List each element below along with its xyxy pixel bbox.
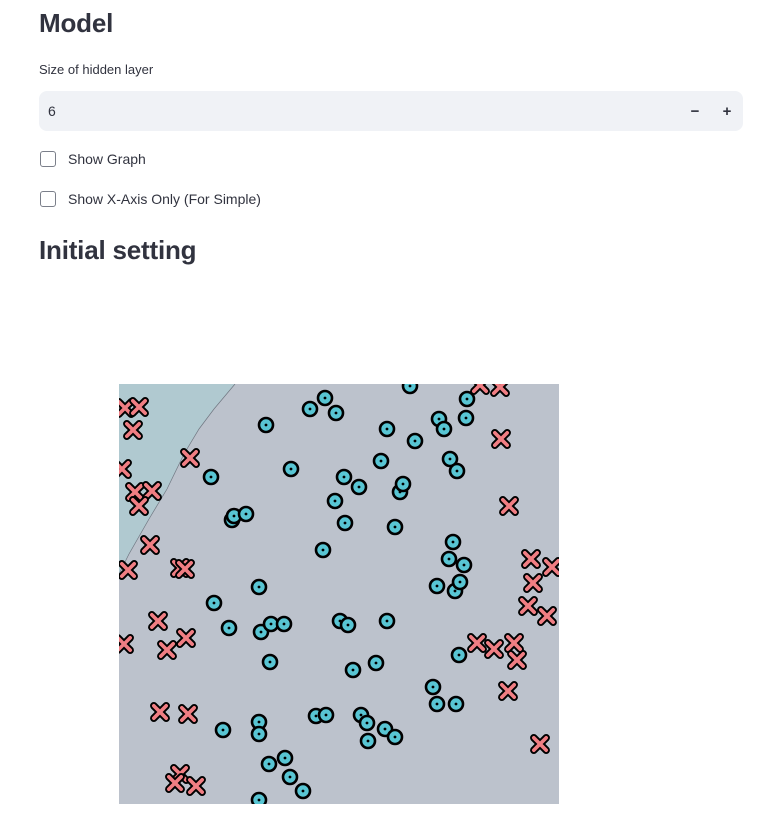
cross-point: [129, 397, 149, 417]
cross-point: [119, 634, 134, 654]
cross-point: [530, 734, 550, 754]
circle-point: [220, 619, 238, 637]
circle-point: [281, 768, 299, 786]
decrement-button[interactable]: −: [679, 91, 711, 131]
hidden-layer-value-input[interactable]: [39, 102, 679, 120]
circle-point: [444, 533, 462, 551]
cross-point: [119, 560, 138, 580]
cross-point: [507, 650, 527, 670]
circle-point: [339, 616, 357, 634]
circle-point: [406, 432, 424, 450]
cross-point: [157, 640, 177, 660]
circle-point: [316, 389, 334, 407]
circle-point: [250, 791, 268, 804]
circle-point: [237, 505, 255, 523]
circle-point: [367, 654, 385, 672]
decision-boundary-plot: [119, 384, 559, 804]
cross-point: [499, 496, 519, 516]
circle-point: [261, 653, 279, 671]
show-graph-checkbox-row[interactable]: Show Graph: [40, 151, 146, 167]
circle-point: [428, 577, 446, 595]
circle-point: [344, 661, 362, 679]
circle-point: [314, 541, 332, 559]
circle-point: [359, 732, 377, 750]
circle-point: [294, 782, 312, 800]
cross-point: [140, 535, 160, 555]
cross-point: [180, 448, 200, 468]
cross-point: [498, 681, 518, 701]
circle-point: [447, 695, 465, 713]
circle-point: [448, 462, 466, 480]
show-graph-checkbox[interactable]: [40, 151, 56, 167]
cross-point: [523, 573, 543, 593]
circle-point: [457, 409, 475, 427]
circle-point: [401, 384, 419, 395]
circle-point: [386, 728, 404, 746]
cross-point: [175, 559, 195, 579]
show-x-axis-label: Show X-Axis Only (For Simple): [68, 191, 261, 207]
increment-button[interactable]: +: [711, 91, 743, 131]
circle-point: [386, 518, 404, 536]
cross-point: [518, 596, 538, 616]
circle-point: [455, 556, 473, 574]
cross-point: [504, 633, 524, 653]
cross-point: [178, 704, 198, 724]
cross-point: [467, 633, 487, 653]
circle-point: [450, 646, 468, 664]
circle-point: [378, 420, 396, 438]
model-heading: Model: [39, 8, 114, 38]
cross-point: [542, 557, 559, 577]
circle-point: [394, 475, 412, 493]
circle-point: [336, 514, 354, 532]
cross-point: [470, 384, 490, 395]
hidden-layer-label: Size of hidden layer: [39, 62, 154, 77]
circle-point: [327, 404, 345, 422]
cross-point: [537, 606, 557, 626]
cross-point: [490, 384, 510, 397]
circle-point: [317, 706, 335, 724]
cross-point: [186, 776, 206, 796]
circle-point: [435, 420, 453, 438]
cross-point: [491, 429, 511, 449]
cross-point: [142, 481, 162, 501]
hidden-layer-number-input: − +: [39, 91, 743, 131]
cross-point: [119, 459, 132, 479]
cross-point: [165, 773, 185, 793]
circle-point: [260, 755, 278, 773]
cross-point: [484, 639, 504, 659]
circle-point: [250, 578, 268, 596]
circle-point: [275, 615, 293, 633]
circle-point: [257, 416, 275, 434]
circle-point: [350, 478, 368, 496]
initial-setting-heading: Initial setting: [39, 235, 197, 265]
cross-point: [150, 702, 170, 722]
circle-point: [205, 594, 223, 612]
circle-point: [214, 721, 232, 739]
circle-point: [358, 714, 376, 732]
circle-point: [326, 492, 344, 510]
circle-point: [372, 452, 390, 470]
circle-point: [202, 468, 220, 486]
cross-point: [125, 482, 145, 502]
circle-point: [378, 612, 396, 630]
cross-point: [176, 628, 196, 648]
cross-point: [521, 549, 541, 569]
cross-point: [123, 420, 143, 440]
show-x-axis-checkbox[interactable]: [40, 191, 56, 207]
circle-point: [440, 550, 458, 568]
show-x-axis-checkbox-row[interactable]: Show X-Axis Only (For Simple): [40, 191, 261, 207]
show-graph-label: Show Graph: [68, 151, 146, 167]
circle-point: [282, 460, 300, 478]
circle-point: [301, 400, 319, 418]
circle-point: [335, 468, 353, 486]
circle-point: [250, 725, 268, 743]
circle-point: [451, 573, 469, 591]
cross-point: [148, 611, 168, 631]
circle-point: [276, 749, 294, 767]
circle-point: [424, 678, 442, 696]
circle-point: [428, 695, 446, 713]
cross-point: [129, 496, 149, 516]
